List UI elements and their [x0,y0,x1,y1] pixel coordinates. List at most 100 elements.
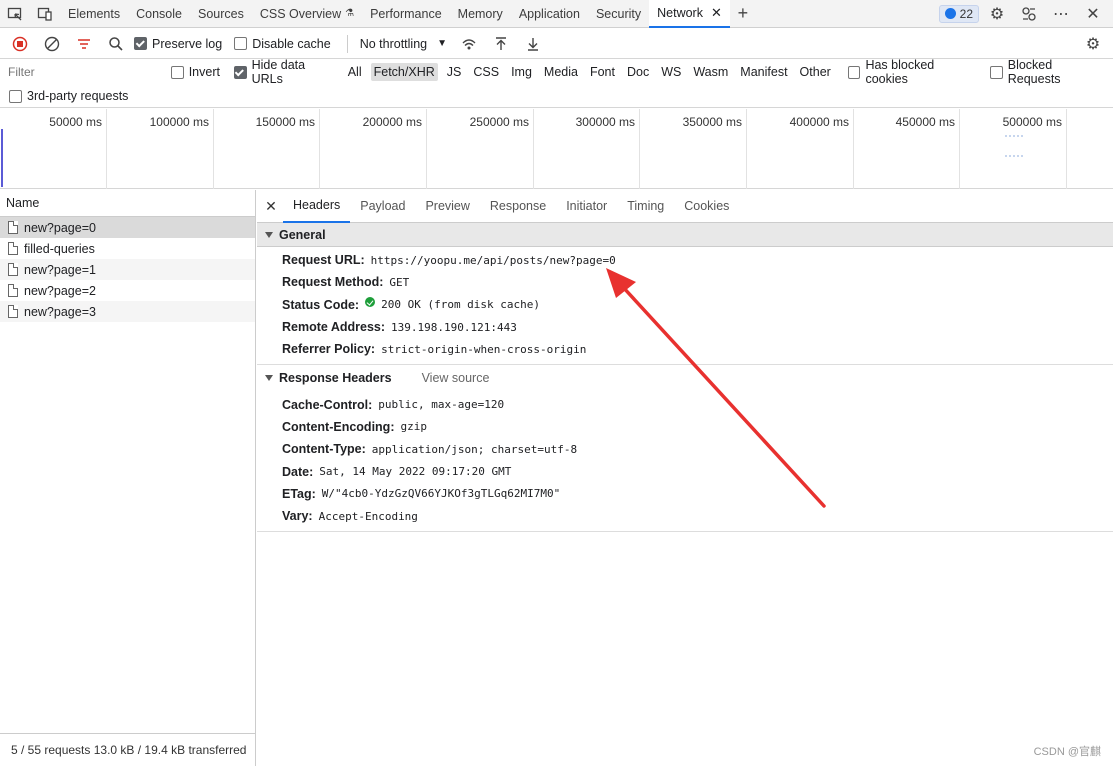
tab-sources[interactable]: Sources [190,0,252,28]
tab-label: Network [657,5,703,20]
tab-security[interactable]: Security [588,0,649,28]
settings-gear-icon[interactable]: ⚙ [983,1,1011,27]
invert-checkbox[interactable]: Invert [170,65,220,79]
filter-type-wasm[interactable]: Wasm [690,63,731,81]
section-title: General [279,227,326,242]
request-row[interactable]: filled-queries [0,238,255,259]
network-settings-gear-icon[interactable]: ⚙ [1079,31,1107,57]
header-key: Remote Address: [282,320,386,335]
request-name: new?page=3 [24,304,96,319]
close-devtools-icon[interactable]: ✕ [1079,1,1107,27]
header-row: ETag: W/"4cb0-YdzGzQV66YJKOf3gTLGq62MI7M0… [257,483,1113,505]
filter-bar: Invert Hide data URLs All Fetch/XHR JS C… [0,58,1113,108]
request-details: ✕ Headers Payload Preview Response Initi… [257,190,1113,766]
request-name: new?page=2 [24,283,96,298]
timeline-tick: 250000 ms [427,109,534,189]
filter-type-font[interactable]: Font [587,63,618,81]
view-source-link[interactable]: View source [422,371,490,385]
filter-funnel-icon[interactable] [70,31,98,57]
tab-network[interactable]: Network ✕ [649,0,730,28]
clear-icon[interactable] [38,31,66,57]
tab-response[interactable]: Response [480,190,556,223]
timeline-tick: 100000 ms [107,109,214,189]
header-key: Content-Type: [282,442,366,457]
filter-type-other[interactable]: Other [797,63,834,81]
tab-application[interactable]: Application [511,0,588,28]
header-row: Date: Sat, 14 May 2022 09:17:20 GMT [257,460,1113,482]
filter-type-media[interactable]: Media [541,63,581,81]
search-icon[interactable] [102,31,130,57]
timeline-tick: 200000 ms [320,109,427,189]
tab-css-overview[interactable]: CSS Overview ⚗ [252,0,362,28]
tab-headers[interactable]: Headers [283,190,351,223]
close-tab-icon[interactable]: ✕ [711,5,722,21]
filter-type-all[interactable]: All [345,63,365,81]
request-row[interactable]: new?page=1 [0,259,255,280]
timeline-overview[interactable]: 50000 ms 100000 ms 150000 ms 200000 ms 2… [0,109,1113,189]
checkbox-box [170,65,184,79]
throttling-select[interactable]: No throttling ▼ [356,37,451,51]
hide-data-urls-label: Hide data URLs [251,58,306,86]
name-column-header[interactable]: Name [0,190,255,217]
tab-performance[interactable]: Performance [362,0,450,28]
tab-timing[interactable]: Timing [617,190,674,223]
tab-preview[interactable]: Preview [415,190,479,223]
timeline-activity [1005,135,1023,137]
close-details-icon[interactable]: ✕ [263,198,279,215]
tab-elements[interactable]: Elements [60,0,128,28]
issues-badge[interactable]: 22 [938,4,979,23]
inspect-element-icon[interactable] [0,0,30,28]
filter-type-css[interactable]: CSS [470,63,502,81]
header-value: https://yoopu.me/api/posts/new?page=0 [370,253,616,267]
request-row[interactable]: new?page=2 [0,280,255,301]
disable-cache-checkbox[interactable]: Disable cache [234,37,331,51]
preserve-log-checkbox[interactable]: Preserve log [134,37,222,51]
response-headers-header[interactable]: Response Headers View source [257,365,1113,391]
checkbox-box [9,89,22,103]
filter-type-fetch-xhr[interactable]: Fetch/XHR [370,63,438,81]
header-value: 139.198.190.121:443 [391,320,517,334]
timeline-marker [1,129,3,187]
filter-type-js[interactable]: JS [444,63,465,81]
blocked-requests-checkbox[interactable]: Blocked Requests [990,58,1105,86]
more-tabs-plus-icon[interactable]: + [730,3,756,24]
customize-devtools-icon[interactable] [1015,1,1043,27]
tab-cookies[interactable]: Cookies [674,190,739,223]
request-row[interactable]: new?page=3 [0,301,255,322]
network-conditions-icon[interactable] [455,31,483,57]
header-row: Remote Address: 139.198.190.121:443 [257,316,1113,338]
import-har-icon[interactable] [487,31,515,57]
timeline-tick: 300000 ms [534,109,640,189]
network-toolbar: Preserve log Disable cache No throttling… [0,29,1113,59]
general-section-header[interactable]: General [257,223,1113,247]
export-har-icon[interactable] [519,31,547,57]
filter-type-manifest[interactable]: Manifest [737,63,790,81]
expand-triangle-icon [265,375,273,382]
header-key: Content-Encoding: [282,419,395,434]
has-blocked-cookies-label: Has blocked cookies [865,58,935,86]
issues-count: 22 [959,6,973,21]
filter-input[interactable] [6,62,165,82]
expand-triangle-icon [265,231,273,238]
disable-cache-label: Disable cache [252,36,331,51]
dropdown-arrow-icon: ▼ [437,38,448,49]
has-blocked-cookies-checkbox[interactable]: Has blocked cookies [847,58,976,86]
tab-memory[interactable]: Memory [450,0,511,28]
invert-label: Invert [188,65,220,79]
header-value: public, max-age=120 [378,398,505,412]
status-summary: 5 / 55 requests 13.0 kB / 19.4 kB transf… [0,733,255,766]
tab-console[interactable]: Console [128,0,190,28]
record-stop-icon[interactable] [6,31,34,57]
tab-payload[interactable]: Payload [350,190,415,223]
filter-type-img[interactable]: Img [508,63,535,81]
device-toolbar-icon[interactable] [30,0,60,28]
tab-initiator[interactable]: Initiator [556,190,617,223]
header-row: Referrer Policy: strict-origin-when-cross… [257,338,1113,360]
more-options-icon[interactable]: ⋯ [1047,1,1075,27]
header-key: Vary: [282,509,313,524]
filter-type-ws[interactable]: WS [658,63,684,81]
hide-data-urls-checkbox[interactable]: Hide data URLs [233,58,337,86]
third-party-requests-checkbox[interactable]: 3rd-party requests [9,89,128,103]
request-row[interactable]: new?page=0 [0,217,255,238]
filter-type-doc[interactable]: Doc [624,63,652,81]
